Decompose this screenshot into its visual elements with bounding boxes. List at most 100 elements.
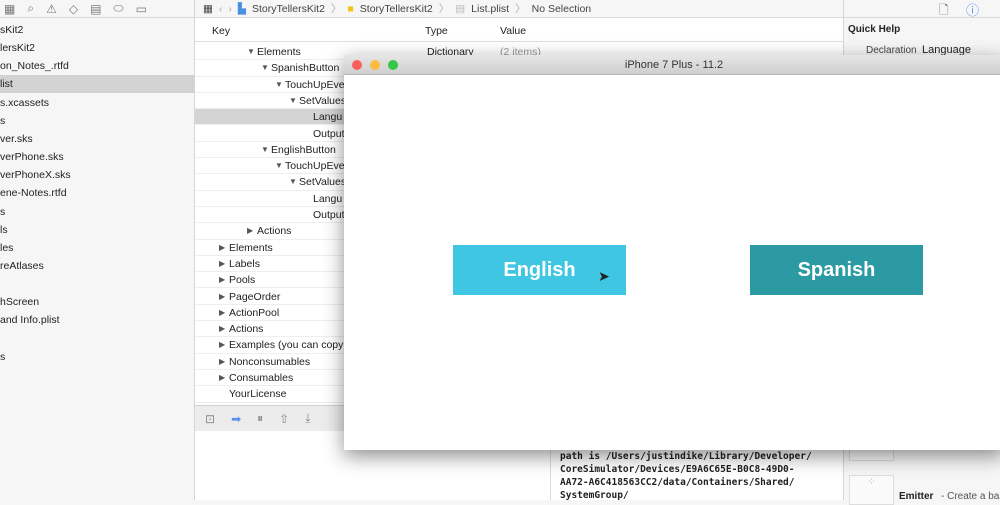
row-key: SetValues: [299, 176, 347, 189]
hide-console-icon[interactable]: ⊡: [205, 412, 215, 426]
breadcrumb-item[interactable]: List.plist: [471, 3, 509, 15]
disclosure-triangle-icon[interactable]: ▼: [261, 142, 269, 158]
row-key: Consumables: [229, 372, 294, 384]
step-in-icon[interactable]: ⤓: [305, 411, 310, 426]
column-header: Key Type Value: [195, 20, 843, 42]
comment-icon[interactable]: ▭: [136, 2, 147, 16]
disclosure-triangle-icon[interactable]: ▶: [247, 223, 253, 239]
navigator-item[interactable]: [0, 275, 194, 293]
navigator-item[interactable]: s: [0, 203, 194, 221]
navigator-item[interactable]: [0, 330, 194, 348]
forward-icon[interactable]: ›: [228, 3, 232, 15]
emitter-icon[interactable]: ⁘: [849, 475, 894, 505]
row-key: TouchUpEve: [285, 78, 345, 91]
row-key: PageOrder: [229, 290, 281, 303]
row-key: Labels: [229, 257, 260, 270]
disclosure-triangle-icon[interactable]: ▶: [219, 240, 225, 256]
navigator-item[interactable]: ene-Notes.rtfd: [0, 184, 194, 202]
navigator-item[interactable]: list: [0, 75, 194, 94]
disclosure-triangle-icon[interactable]: ▶: [219, 289, 225, 305]
plist-file-icon: ▤: [455, 2, 466, 15]
row-key: SetValues: [299, 94, 347, 107]
navigator-item[interactable]: s.xcassets: [0, 94, 194, 112]
disclosure-triangle-icon[interactable]: ▶: [219, 337, 225, 353]
emitter-name: Emitter: [899, 491, 934, 502]
value-column-header[interactable]: Value: [500, 25, 526, 37]
breadcrumb-item[interactable]: StoryTellersKit2: [360, 3, 433, 15]
step-over-icon[interactable]: ⇧: [279, 412, 289, 426]
row-key: ActionPool: [229, 306, 280, 319]
disclosure-triangle-icon[interactable]: ▼: [289, 174, 297, 190]
grid-icon[interactable]: ▦: [203, 3, 213, 15]
breakpoint-icon[interactable]: ➡: [231, 412, 241, 426]
row-key: Langu: [313, 111, 343, 124]
folder-icon[interactable]: ▦: [4, 2, 15, 16]
disclosure-triangle-icon[interactable]: ▶: [219, 321, 225, 337]
navigator-item[interactable]: on_Notes_.rtfd: [0, 57, 194, 75]
navigator-item[interactable]: s: [0, 112, 194, 130]
row-key: Actions: [257, 225, 292, 238]
folder-icon: ■: [347, 2, 354, 15]
disclosure-triangle-icon[interactable]: ▶: [219, 305, 225, 321]
row-key: SpanishButton: [271, 62, 340, 75]
console-output: path is /Users/justindike/Library/Develo…: [560, 451, 812, 501]
file-navigator: ▦ ⌕ ⚠ ◇ ▤ ⬭ ▭ sKit2 lersKit2 on_Notes_.rtfd list s…: [0, 0, 195, 500]
disclosure-triangle-icon[interactable]: ▶: [219, 272, 225, 288]
emitter-description: - Create a bas: [941, 491, 1000, 502]
project-icon: ▙: [237, 2, 246, 15]
navigator-item[interactable]: verPhone.sks: [0, 148, 194, 166]
close-button[interactable]: [352, 60, 362, 70]
disclosure-triangle-icon[interactable]: ▶: [219, 354, 225, 370]
key-column-header[interactable]: Key: [212, 25, 230, 37]
row-key: Pools: [229, 274, 256, 287]
type-column-header[interactable]: Type: [425, 25, 448, 37]
pause-icon[interactable]: ⏸: [257, 411, 263, 426]
navigator-toolbar: ▦ ⌕ ⚠ ◇ ▤ ⬭ ▭: [0, 0, 195, 18]
navigator-item[interactable]: s: [0, 348, 194, 366]
navigator-item[interactable]: lersKit2: [0, 39, 194, 57]
search-icon[interactable]: ⌕: [27, 1, 34, 16]
breadcrumb: ▦ ‹ › ▙ StoryTellersKit2 〉 ■ StoryTellers…: [195, 0, 843, 18]
row-key: Langu: [313, 192, 343, 205]
simulator-title-bar[interactable]: iPhone 7 Plus - 11.2: [344, 55, 1000, 75]
disclosure-triangle-icon[interactable]: ▼: [275, 77, 283, 93]
navigator-item[interactable]: hScreen: [0, 293, 194, 311]
disclosure-triangle-icon[interactable]: ▼: [247, 44, 255, 60]
navigator-item[interactable]: reAtlases: [0, 257, 194, 275]
tag-icon[interactable]: ⬭: [113, 1, 123, 16]
navigator-item[interactable]: and Info.plist: [0, 311, 194, 329]
navigator-item[interactable]: verPhoneX.sks: [0, 166, 194, 184]
row-key: Actions: [229, 323, 264, 336]
row-key: Elements: [257, 46, 301, 58]
simulator-window: iPhone 7 Plus - 11.2 English Spanish ➤: [344, 55, 1000, 450]
row-key: Examples (you can copy: [229, 339, 344, 352]
back-icon[interactable]: ‹: [219, 3, 223, 15]
row-key: Elements: [229, 241, 273, 254]
navigator-item[interactable]: ls: [0, 221, 194, 239]
row-key: TouchUpEve: [285, 160, 345, 173]
disclosure-triangle-icon[interactable]: ▶: [219, 370, 225, 386]
file-inspector-icon[interactable]: 🗋: [939, 1, 949, 22]
disclosure-triangle-icon[interactable]: ▼: [261, 60, 269, 76]
disclosure-triangle-icon[interactable]: ▼: [289, 93, 297, 109]
zoom-button[interactable]: [388, 60, 398, 70]
disclosure-triangle-icon[interactable]: ▶: [219, 256, 225, 272]
minimize-button[interactable]: [370, 60, 380, 70]
diamond-icon[interactable]: ◇: [69, 2, 78, 16]
simulator-title: iPhone 7 Plus - 11.2: [624, 59, 724, 71]
row-key: Nonconsumables: [229, 355, 311, 368]
warning-icon[interactable]: ⚠: [46, 2, 57, 16]
navigator-item[interactable]: ver.sks: [0, 130, 194, 148]
navigator-item[interactable]: les: [0, 239, 194, 257]
row-key: YourLicense: [229, 388, 287, 401]
disclosure-triangle-icon[interactable]: ▼: [275, 158, 283, 174]
mouse-cursor-icon: ➤: [598, 268, 610, 284]
spanish-button[interactable]: Spanish: [750, 245, 923, 295]
row-key: EnglishButton: [271, 143, 336, 156]
quick-help-icon[interactable]: ⓘ: [966, 0, 979, 19]
breadcrumb-item[interactable]: StoryTellersKit2: [252, 3, 325, 15]
navigator-item[interactable]: sKit2: [0, 21, 194, 39]
breadcrumb-item[interactable]: No Selection: [532, 3, 592, 15]
quick-help-title: Quick Help: [848, 24, 901, 35]
grid-icon[interactable]: ▤: [90, 2, 101, 16]
